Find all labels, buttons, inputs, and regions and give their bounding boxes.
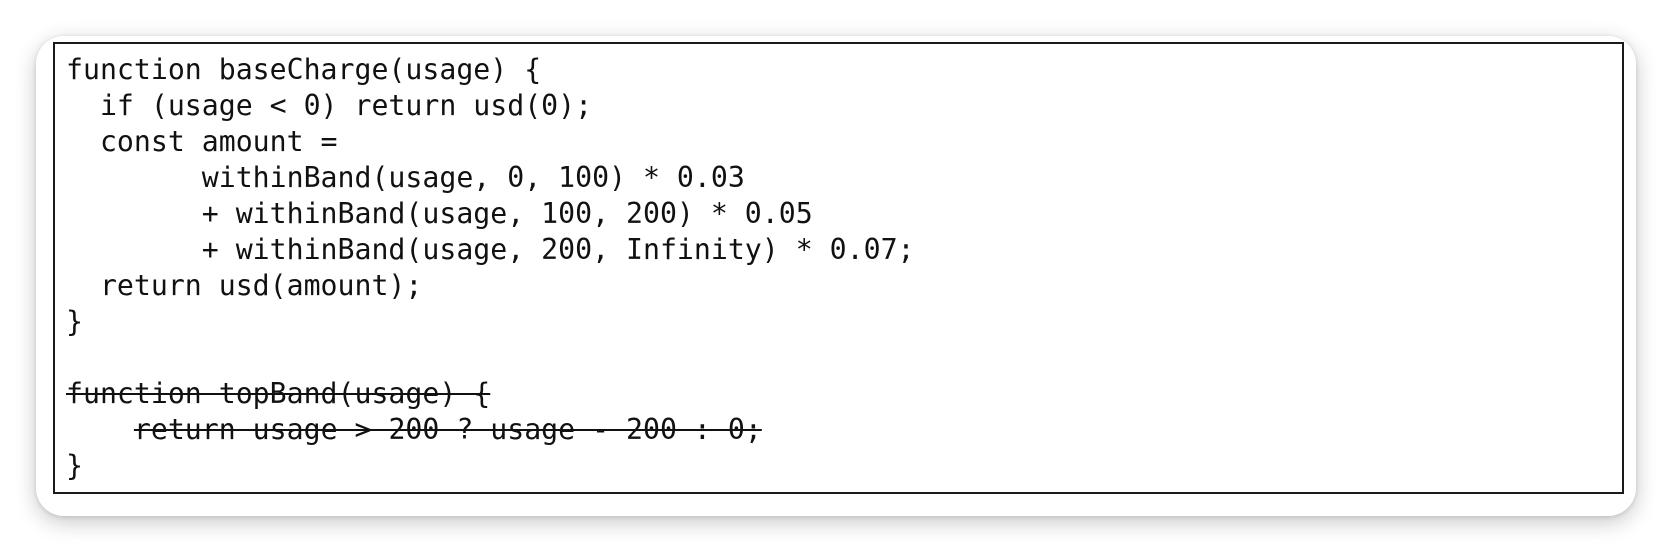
- code-line: function baseCharge(usage) {: [66, 53, 542, 86]
- deleted-code-text: function topBand(usage) {: [66, 377, 491, 410]
- code-line: + withinBand(usage, 100, 200) * 0.05: [66, 197, 813, 230]
- code-frame: function baseCharge(usage) { if (usage <…: [53, 42, 1624, 494]
- code-line: return usd(amount);: [66, 269, 423, 302]
- code-line: if (usage < 0) return usd(0);: [66, 89, 593, 122]
- code-line-deleted: function topBand(usage) {: [66, 376, 915, 412]
- code-line: const amount =: [66, 125, 338, 158]
- code-line: + withinBand(usage, 200, Infinity) * 0.0…: [66, 233, 915, 266]
- code-line: }: [66, 449, 83, 482]
- code-line: withinBand(usage, 0, 100) * 0.03: [66, 161, 745, 194]
- code-line-deleted: return usage > 200 ? usage - 200 : 0;: [66, 412, 915, 448]
- code-block: function baseCharge(usage) { if (usage <…: [66, 52, 915, 484]
- code-line: }: [66, 305, 83, 338]
- deleted-code-text: return usage > 200 ? usage - 200 : 0;: [133, 413, 762, 446]
